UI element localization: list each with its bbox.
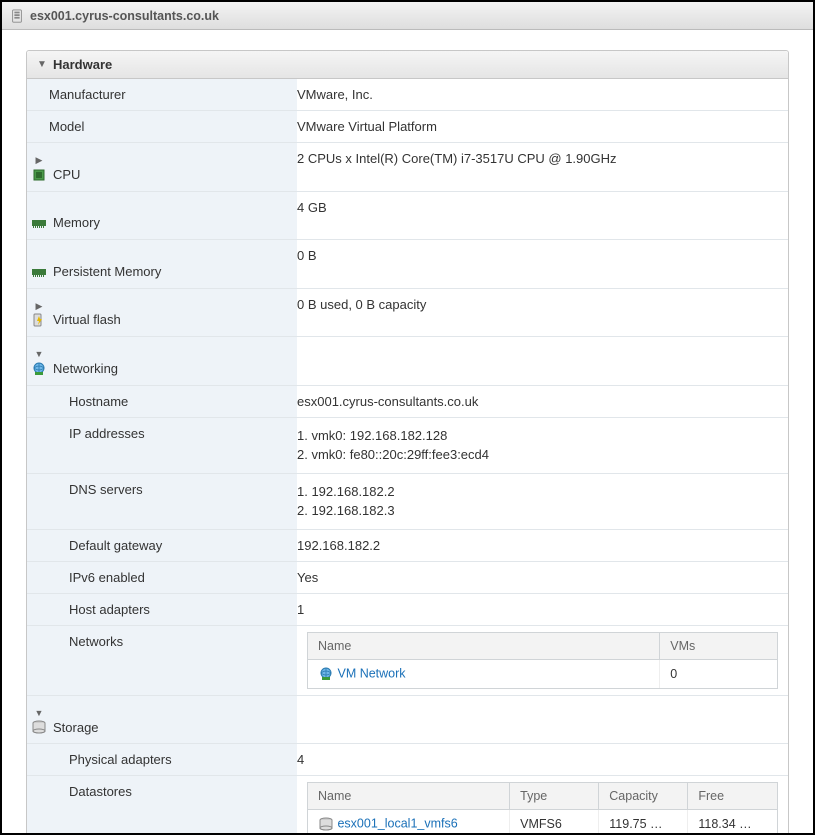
label-datastores: Datastores [69, 784, 132, 799]
datastore-icon [318, 817, 334, 831]
label-hostadapters: Host adapters [69, 602, 150, 617]
label-cpu: CPU [53, 167, 80, 182]
caret-down-icon: ▼ [37, 59, 47, 70]
row-networks: Networks Name VMs [27, 625, 788, 695]
row-model: Model VMware Virtual Platform [27, 111, 788, 143]
row-gateway: Default gateway 192.168.182.2 [27, 529, 788, 561]
value-model: VMware Virtual Platform [297, 111, 788, 143]
row-ipv6: IPv6 enabled Yes [27, 561, 788, 593]
label-gateway: Default gateway [69, 538, 162, 553]
row-datastores: Datastores Name Type Capacity Free [27, 776, 788, 833]
datastore-type: VMFS6 [510, 810, 599, 833]
row-pmem: Persistent Memory 0 B [27, 240, 788, 289]
label-manufacturer: Manufacturer [49, 87, 126, 102]
value-pmem: 0 B [297, 240, 788, 289]
value-vflash: 0 B used, 0 B capacity [297, 288, 788, 337]
datastore-row[interactable]: esx001_local1_vmfs6 VMFS6 119.75 … 118.3… [308, 810, 777, 833]
ds-col-capacity[interactable]: Capacity [599, 783, 688, 810]
label-vflash: Virtual flash [53, 312, 121, 327]
hardware-panel-title: Hardware [53, 57, 112, 72]
row-vflash[interactable]: ▶ Virtual flash 0 B used, 0 B capacity [27, 288, 788, 337]
networks-table: Name VMs VM Network 0 [307, 632, 778, 689]
ds-col-free[interactable]: Free [688, 783, 777, 810]
datastore-link[interactable]: esx001_local1_vmfs6 [337, 817, 457, 831]
label-dns: DNS servers [69, 482, 143, 497]
row-ipaddresses: IP addresses 1. vmk0: 192.168.182.128 2.… [27, 417, 788, 473]
label-storage: Storage [53, 720, 99, 735]
hardware-panel-header[interactable]: ▼ Hardware [27, 51, 788, 79]
label-ipv6: IPv6 enabled [69, 570, 145, 585]
titlebar: esx001.cyrus-consultants.co.uk [2, 2, 813, 30]
ip-line-2: 2. vmk0: fe80::20c:29ff:fee3:ecd4 [297, 445, 778, 465]
row-physadapters: Physical adapters 4 [27, 744, 788, 776]
pmem-icon [31, 263, 47, 280]
ds-col-type[interactable]: Type [510, 783, 599, 810]
memory-icon [31, 215, 47, 232]
label-pmem: Persistent Memory [53, 264, 161, 279]
network-vms: 0 [660, 659, 777, 688]
row-dns: DNS servers 1. 192.168.182.2 2. 192.168.… [27, 473, 788, 529]
value-cpu: 2 CPUs x Intel(R) Core(TM) i7-3517U CPU … [297, 143, 788, 192]
label-networking: Networking [53, 361, 118, 376]
row-memory: Memory 4 GB [27, 191, 788, 240]
value-manufacturer: VMware, Inc. [297, 79, 788, 111]
row-hostname: Hostname esx001.cyrus-consultants.co.uk [27, 385, 788, 417]
storage-icon [31, 719, 47, 736]
caret-right-icon: ▶ [33, 155, 45, 166]
content-area: ▼ Hardware Manufacturer VMware, Inc. Mod… [2, 30, 813, 833]
value-ipaddresses: 1. vmk0: 192.168.182.128 2. vmk0: fe80::… [297, 417, 788, 473]
cpu-icon [31, 166, 47, 183]
value-hostadapters: 1 [297, 593, 788, 625]
caret-down-icon: ▼ [33, 349, 45, 359]
caret-down-icon: ▼ [33, 708, 45, 718]
value-ipv6: Yes [297, 561, 788, 593]
label-networks: Networks [69, 634, 123, 649]
label-ipaddresses: IP addresses [69, 426, 145, 441]
dns-line-1: 1. 192.168.182.2 [297, 482, 778, 502]
value-gateway: 192.168.182.2 [297, 529, 788, 561]
window-title: esx001.cyrus-consultants.co.uk [30, 9, 219, 23]
datastore-capacity: 119.75 … [599, 810, 688, 833]
networks-row[interactable]: VM Network 0 [308, 659, 777, 688]
networks-col-vms[interactable]: VMs [660, 633, 777, 660]
row-networking[interactable]: ▼ Networking [27, 337, 788, 386]
host-summary-window: esx001.cyrus-consultants.co.uk ▼ Hardwar… [0, 0, 815, 835]
value-dns: 1. 192.168.182.2 2. 192.168.182.3 [297, 473, 788, 529]
hardware-table: Manufacturer VMware, Inc. Model VMware V… [27, 79, 788, 833]
ds-col-name[interactable]: Name [308, 783, 510, 810]
label-physadapters: Physical adapters [69, 752, 172, 767]
vflash-icon [31, 312, 47, 329]
row-manufacturer: Manufacturer VMware, Inc. [27, 79, 788, 111]
label-memory: Memory [53, 215, 100, 230]
datastore-free: 118.34 … [688, 810, 777, 833]
value-physadapters: 4 [297, 744, 788, 776]
row-hostadapters: Host adapters 1 [27, 593, 788, 625]
portgroup-icon [318, 666, 334, 680]
datastores-table: Name Type Capacity Free esx001_local1_vm… [307, 782, 778, 833]
ip-line-1: 1. vmk0: 192.168.182.128 [297, 426, 778, 446]
networks-col-name[interactable]: Name [308, 633, 660, 660]
caret-right-icon: ▶ [33, 301, 45, 312]
network-link[interactable]: VM Network [337, 666, 405, 680]
value-hostname: esx001.cyrus-consultants.co.uk [297, 385, 788, 417]
network-icon [31, 360, 47, 377]
row-storage[interactable]: ▼ Storage [27, 695, 788, 744]
label-hostname: Hostname [69, 394, 128, 409]
dns-line-2: 2. 192.168.182.3 [297, 501, 778, 521]
value-memory: 4 GB [297, 191, 788, 240]
row-cpu[interactable]: ▶ CPU 2 CPUs x Intel(R) Core(TM) i7-3517… [27, 143, 788, 192]
label-model: Model [49, 119, 84, 134]
hardware-panel: ▼ Hardware Manufacturer VMware, Inc. Mod… [26, 50, 789, 833]
value-storage [297, 695, 788, 744]
value-networking [297, 337, 788, 386]
host-icon [10, 8, 24, 24]
